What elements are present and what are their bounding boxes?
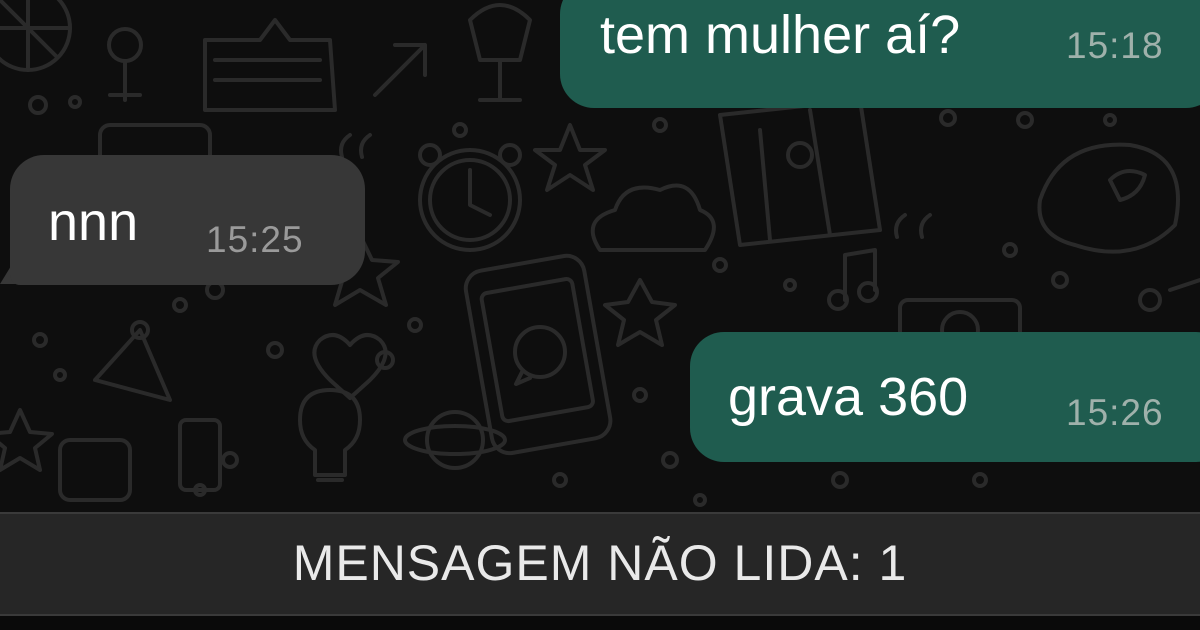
party-hat-icon bbox=[93, 320, 172, 402]
bird-icon bbox=[1037, 142, 1180, 254]
chat-view: tem mulher aí? 15:18 nnn 15:25 grava 360… bbox=[0, 0, 1200, 630]
message-text: nnn bbox=[48, 192, 139, 252]
message-outgoing[interactable]: grava 360 15:26 bbox=[690, 332, 1200, 462]
cloud-icon bbox=[590, 183, 716, 252]
whatsapp-icon bbox=[513, 325, 567, 386]
message-outgoing[interactable]: tem mulher aí? 15:18 bbox=[560, 0, 1200, 108]
message-text: grava 360 bbox=[728, 367, 969, 427]
message-text: tem mulher aí? bbox=[600, 5, 961, 65]
thumbs-up-icon bbox=[203, 18, 337, 112]
message-incoming[interactable]: nnn 15:25 bbox=[10, 155, 365, 285]
message-time: 15:18 bbox=[1066, 25, 1164, 66]
unread-messages-label: MENSAGEM NÃO LIDA: 1 bbox=[292, 535, 908, 591]
message-time: 15:25 bbox=[206, 219, 304, 260]
chat-bottom-edge bbox=[0, 616, 1200, 630]
phone-icon bbox=[463, 253, 613, 456]
message-time: 15:26 bbox=[1066, 392, 1164, 433]
quote-icon bbox=[339, 133, 932, 239]
lollipop-icon bbox=[0, 0, 72, 72]
arrow-icon bbox=[373, 43, 427, 97]
unread-messages-banner: MENSAGEM NÃO LIDA: 1 bbox=[0, 512, 1200, 616]
clock-icon bbox=[418, 143, 522, 252]
pin-icon bbox=[107, 27, 143, 102]
music-note-icon bbox=[827, 248, 879, 311]
map-icon bbox=[718, 98, 882, 247]
trophy-icon bbox=[468, 3, 532, 102]
lightbulb-icon bbox=[298, 388, 362, 482]
